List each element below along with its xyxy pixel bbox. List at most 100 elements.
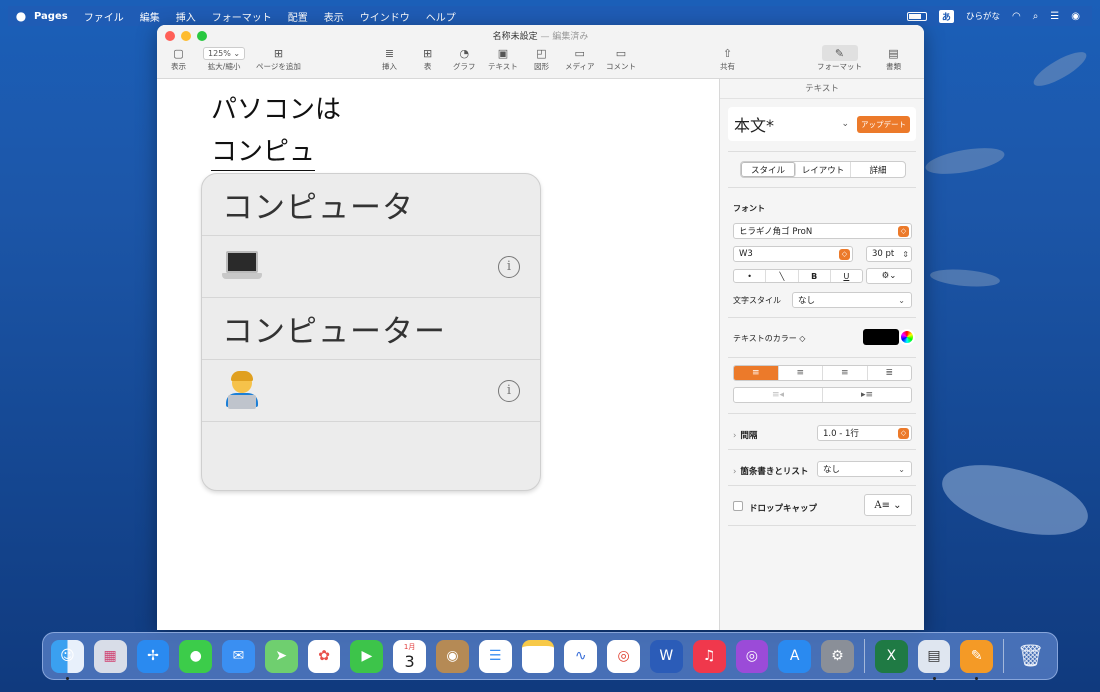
maps-icon[interactable]: ➤ (264, 639, 298, 673)
view-button[interactable]: ▢ 表示 (171, 45, 186, 72)
battery-icon[interactable] (906, 11, 927, 21)
preview-icon[interactable]: ▤ (917, 639, 951, 680)
contacts-icon[interactable]: ◉ (436, 639, 469, 673)
insert-button[interactable]: ≣ 挿入 (382, 45, 397, 72)
menu-insert[interactable]: 挿入 (176, 9, 196, 24)
photos-icon[interactable]: ✿ (307, 639, 341, 673)
format-button[interactable]: ✎ フォーマット (817, 45, 862, 72)
share-button[interactable]: ⇧ 共有 (720, 45, 735, 72)
align-right-button[interactable]: ≡ (823, 366, 868, 380)
text-options-button[interactable]: ⚙⌄ (866, 268, 912, 284)
tab-layout[interactable]: レイアウト (796, 162, 851, 177)
menu-window[interactable]: ウインドウ (360, 9, 410, 24)
font-family-select[interactable]: ヒラギノ角ゴ ProN ◇ (733, 223, 912, 239)
podcasts-icon[interactable]: ◎ (735, 639, 769, 673)
dropcap-style-button[interactable]: A≡ ⌄ (864, 494, 912, 516)
table-label: 表 (423, 62, 432, 71)
chart-button[interactable]: ◔ グラフ (453, 45, 476, 72)
mail-icon[interactable]: ✉ (222, 639, 255, 673)
document-canvas[interactable]: パソコンは コンピュ コンピュータ i コンピューター i (157, 79, 719, 630)
bold-dot-button[interactable]: • (734, 270, 767, 282)
bold-button[interactable]: B (799, 270, 831, 282)
candidate-item[interactable]: コンピューター (202, 298, 540, 360)
shape-button[interactable]: ◰ 図形 (534, 45, 549, 72)
word-icon[interactable]: W (649, 639, 683, 673)
color-wheel-icon[interactable] (899, 329, 915, 345)
italic-button[interactable]: ╲ (766, 270, 799, 282)
reminders-icon[interactable]: ☰ (478, 639, 512, 673)
pages-window: 名称未設定 — 編集済み ▢ 表示 125% ⌄ 拡大/縮小 ⊞ ページを追加 … (157, 25, 924, 630)
search-icon[interactable]: ⌕ (1033, 11, 1039, 22)
font-weight-value: W3 (739, 249, 753, 259)
music-icon[interactable]: ♫ (692, 639, 726, 673)
candidate-item[interactable]: コンピュータ (202, 174, 540, 236)
siri-icon[interactable]: ◉ (1071, 11, 1080, 22)
comment-button[interactable]: ▭ コメント (606, 45, 636, 72)
document-button[interactable]: ▤ 書類 (886, 45, 901, 72)
info-icon[interactable]: i (498, 255, 520, 278)
apple-menu-icon[interactable]: ● (8, 9, 34, 23)
notes-icon[interactable] (521, 639, 555, 673)
text-button[interactable]: ▣ テキスト (488, 45, 518, 72)
text-color-label[interactable]: テキストのカラー ◇ (733, 333, 805, 344)
menu-file[interactable]: ファイル (84, 9, 124, 24)
dock: ☺ ▦ ✢ ● ✉ ➤ ✿ ▶ 1月 3 ◉ ☰ ∿ ◎ W ♫ ◎ A ⚙ X… (42, 632, 1058, 680)
messages-icon[interactable]: ● (179, 639, 213, 673)
align-center-button[interactable]: ≡ (779, 366, 823, 380)
decrease-indent-button[interactable]: ≡◂ (734, 388, 823, 402)
justify-button[interactable]: ≣ (868, 366, 912, 380)
facetime-icon[interactable]: ▶ (350, 639, 384, 673)
pages-icon[interactable]: ✎ (960, 639, 994, 680)
dropcap-label: ドロップキャップ (749, 504, 818, 514)
bullets-select[interactable]: なし ⌄ (817, 461, 912, 477)
increase-indent-button[interactable]: ▸≡ (823, 388, 911, 402)
spacing-disclosure[interactable]: › 間隔 (733, 429, 757, 441)
document-text-line1[interactable]: パソコンは (211, 89, 341, 126)
tab-style[interactable]: スタイル (741, 162, 796, 177)
menu-app-name[interactable]: Pages (34, 11, 68, 22)
media-button[interactable]: ▭ メディア (565, 45, 594, 72)
freeform-icon[interactable]: ∿ (564, 639, 598, 673)
menu-view[interactable]: 表示 (324, 9, 344, 24)
trash-icon[interactable]: 🗑 (1014, 640, 1047, 673)
dropcap-checkbox[interactable] (733, 501, 743, 511)
underline-button[interactable]: U (831, 270, 862, 282)
candidate-item[interactable]: i (202, 360, 540, 422)
menu-edit[interactable]: 編集 (140, 9, 160, 24)
zoom-dropdown[interactable]: 125% ⌄ (203, 46, 246, 60)
safari-icon[interactable]: ✢ (136, 639, 170, 673)
finder-icon[interactable]: ☺ (51, 639, 84, 680)
excel-icon[interactable]: X (874, 639, 908, 673)
bullets-disclosure[interactable]: › 箇条書きとリスト (733, 465, 808, 477)
control-center-icon[interactable]: ☰ (1050, 11, 1059, 22)
character-style-select[interactable]: なし ⌄ (792, 292, 912, 308)
calendar-icon[interactable]: 1月 3 (393, 639, 427, 673)
menu-format[interactable]: フォーマット (212, 9, 272, 24)
paragraph-style-selector[interactable]: 本文* ⌄ アップデート (728, 107, 916, 141)
menu-help[interactable]: ヘルプ (426, 9, 456, 24)
document-text-line2-marked[interactable]: コンピュ (211, 131, 316, 171)
app-store-icon[interactable]: A (778, 639, 812, 673)
tab-more[interactable]: 詳細 (851, 162, 905, 177)
candidate-item[interactable]: i (202, 236, 540, 298)
divider (728, 317, 916, 318)
align-left-button[interactable]: ≡ (734, 366, 779, 380)
conversion-candidates-panel: コンピュータ i コンピューター i (201, 173, 541, 491)
font-size-stepper[interactable]: 30 pt ⇕ (866, 246, 912, 262)
system-settings-icon[interactable]: ⚙ (821, 639, 854, 673)
table-button[interactable]: ⊞ 表 (423, 45, 432, 72)
input-source-icon[interactable]: あ (938, 9, 954, 23)
text-color-swatch[interactable] (863, 329, 899, 345)
wifi-icon[interactable]: ◠ (1012, 11, 1021, 22)
indent-buttons: ≡◂ ▸≡ (733, 387, 912, 403)
chrome-icon[interactable]: ◎ (607, 639, 640, 673)
update-style-button[interactable]: アップデート (857, 115, 910, 133)
zoom-control[interactable]: 125% ⌄ 拡大/縮小 (203, 45, 246, 72)
input-mode-label[interactable]: ひらがな (966, 10, 1000, 22)
launchpad-icon[interactable]: ▦ (93, 639, 127, 673)
menu-arrange[interactable]: 配置 (288, 9, 308, 24)
add-page-button[interactable]: ⊞ ページを追加 (256, 45, 301, 72)
font-weight-select[interactable]: W3 ◇ (733, 246, 853, 262)
spacing-select[interactable]: 1.0 - 1行 ◇ (817, 425, 912, 441)
info-icon[interactable]: i (498, 379, 520, 402)
